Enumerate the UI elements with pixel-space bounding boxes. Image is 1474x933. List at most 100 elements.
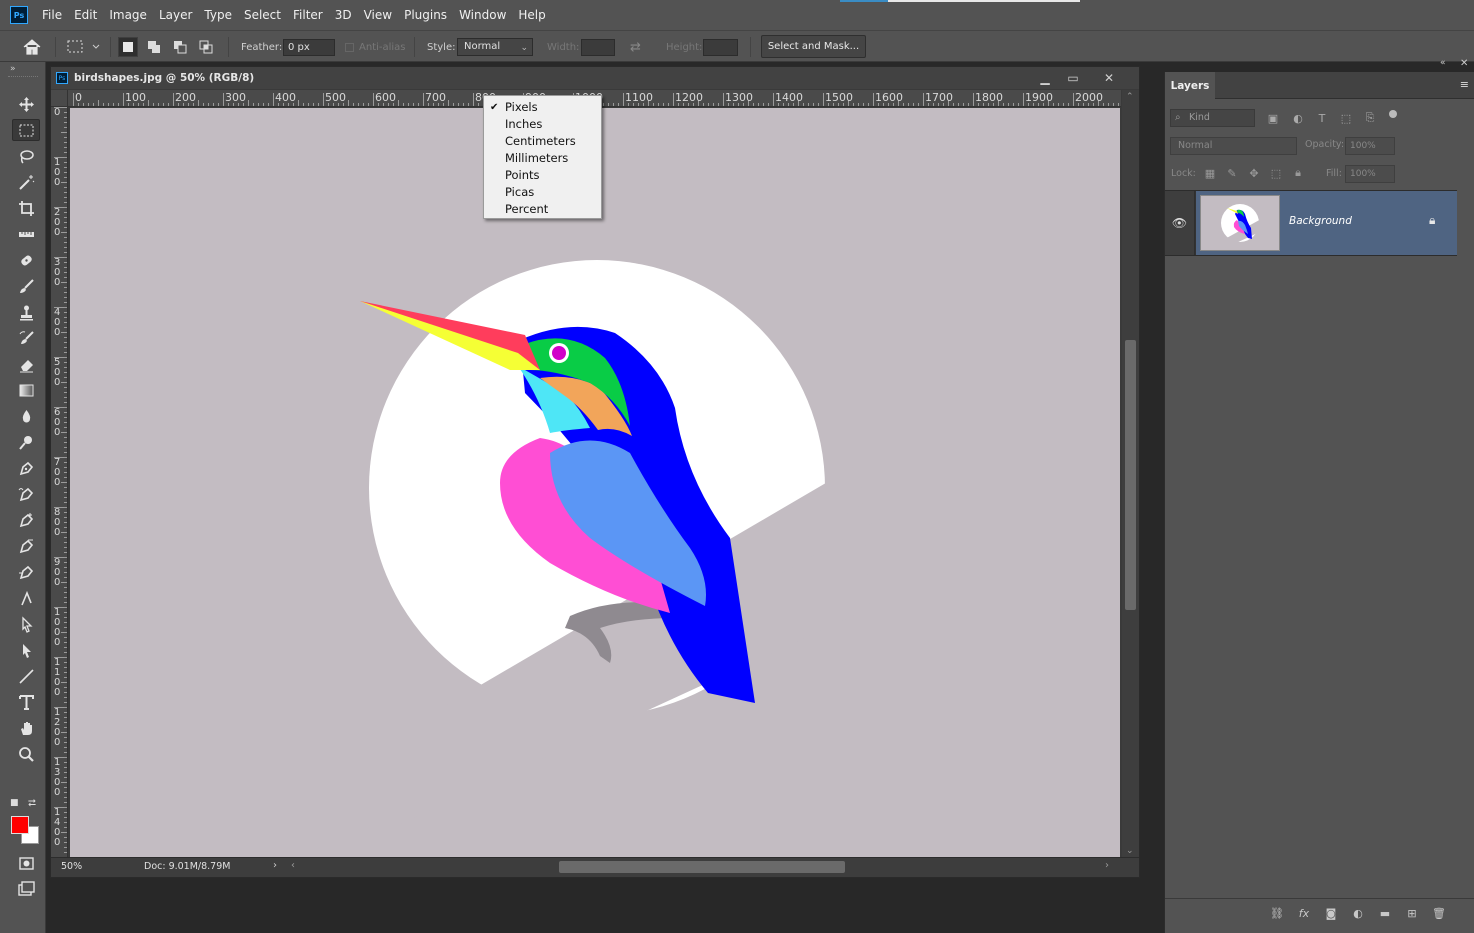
menu-file[interactable]: File xyxy=(36,0,68,30)
crop-tool-icon[interactable] xyxy=(12,197,40,219)
layer-style-fx-icon[interactable]: fx xyxy=(1295,905,1313,921)
menu-layer[interactable]: Layer xyxy=(153,0,198,30)
home-icon[interactable] xyxy=(22,31,42,63)
brush-tool-icon[interactable] xyxy=(12,275,40,297)
menu-view[interactable]: View xyxy=(358,0,398,30)
layer-row[interactable]: 👁︎ Background 🔒︎ xyxy=(1165,190,1457,256)
close-panel-icon[interactable]: ✕ xyxy=(1460,58,1468,69)
maximize-icon[interactable]: ▭ xyxy=(1059,67,1087,89)
units-pixels-item[interactable]: ✔ Pixels xyxy=(484,99,601,116)
line-tool-icon[interactable] xyxy=(12,665,40,687)
lock-image-icon[interactable]: ✎ xyxy=(1224,165,1240,181)
menu-3d[interactable]: 3D xyxy=(329,0,358,30)
zoom-level-field[interactable]: 50% xyxy=(61,861,82,872)
visibility-eye-icon[interactable]: 👁︎ xyxy=(1165,191,1195,255)
link-layers-icon[interactable]: ⛓︎ xyxy=(1268,905,1286,921)
clone-stamp-icon[interactable] xyxy=(12,301,40,323)
rectangular-marquee-icon[interactable] xyxy=(12,119,40,141)
canvas[interactable] xyxy=(70,108,1120,858)
lock-transparent-icon[interactable]: ▦ xyxy=(1202,165,1218,181)
feather-input[interactable]: 0 px xyxy=(283,38,335,56)
units-centimeters-item[interactable]: Centimeters xyxy=(484,133,601,150)
close-icon[interactable]: ✕ xyxy=(1095,67,1123,89)
toolbar-grip[interactable] xyxy=(8,76,38,79)
menu-filter[interactable]: Filter xyxy=(287,0,329,30)
eraser-icon[interactable] xyxy=(12,353,40,375)
menu-type[interactable]: Type xyxy=(198,0,238,30)
units-percent-item[interactable]: Percent xyxy=(484,201,601,218)
content-aware-tracing-icon[interactable] xyxy=(12,561,40,583)
quick-mask-icon[interactable] xyxy=(12,852,40,874)
delete-anchor-icon[interactable] xyxy=(12,535,40,557)
new-selection-icon[interactable] xyxy=(118,37,138,57)
new-layer-icon[interactable]: ⊞ xyxy=(1403,905,1421,921)
vertical-ruler[interactable]: 0 100 200 300 400 500 600 700 800 900 1000 1100 1200… xyxy=(51,107,68,858)
tab-layers[interactable]: Layers xyxy=(1165,72,1215,99)
lasso-icon[interactable] xyxy=(12,145,40,167)
height-input[interactable] xyxy=(703,38,738,56)
layer-lock-icon[interactable]: 🔒︎ xyxy=(1429,213,1435,228)
freeform-pen-icon[interactable] xyxy=(12,483,40,505)
zoom-tool-icon[interactable] xyxy=(12,743,40,765)
screen-mode-icon[interactable] xyxy=(12,878,40,900)
collapse-panels-icon[interactable]: « xyxy=(1440,58,1446,68)
document-tab[interactable]: Ps birdshapes.jpg @ 50% (RGB/8) ▁ ▭ ✕ xyxy=(51,67,1139,89)
ruler-origin[interactable] xyxy=(51,90,68,107)
menu-window[interactable]: Window xyxy=(453,0,512,30)
foreground-color-swatch[interactable] xyxy=(11,816,29,834)
filter-adjustment-icon[interactable]: ◐ xyxy=(1290,110,1306,126)
width-input[interactable] xyxy=(581,38,615,56)
vertical-scrollbar[interactable]: ⌃ ⌄ xyxy=(1122,90,1139,858)
expand-toolbar-icon[interactable]: » xyxy=(10,64,16,74)
minimize-icon[interactable]: ▁ xyxy=(1031,67,1059,89)
subtract-selection-icon[interactable] xyxy=(170,37,190,57)
horizontal-scroll-thumb[interactable] xyxy=(559,861,845,873)
filter-shape-icon[interactable]: ⬚ xyxy=(1338,110,1354,126)
antialias-checkbox[interactable]: Anti-alias xyxy=(345,31,406,63)
gradient-icon[interactable] xyxy=(12,379,40,401)
lock-position-icon[interactable]: ✥ xyxy=(1246,165,1262,181)
units-millimeters-item[interactable]: Millimeters xyxy=(484,150,601,167)
marquee-preset-icon[interactable] xyxy=(66,31,100,63)
path-selection-icon[interactable] xyxy=(12,613,40,635)
menu-edit[interactable]: Edit xyxy=(68,0,103,30)
default-colors-icon[interactable]: ■ xyxy=(10,798,19,808)
vertical-scroll-thumb[interactable] xyxy=(1125,340,1136,610)
opacity-field[interactable]: 100% xyxy=(1345,137,1395,155)
delete-layer-icon[interactable]: 🗑︎ xyxy=(1430,905,1448,921)
units-inches-item[interactable]: Inches xyxy=(484,116,601,133)
dodge-tool-icon[interactable] xyxy=(12,431,40,453)
lock-artboard-icon[interactable]: ⬚ xyxy=(1268,165,1284,181)
pen-tool-icon[interactable] xyxy=(12,457,40,479)
select-and-mask-button[interactable]: Select and Mask... xyxy=(761,35,866,58)
curvature-pen-icon[interactable] xyxy=(12,509,40,531)
magic-wand-icon[interactable] xyxy=(12,171,40,193)
menu-help[interactable]: Help xyxy=(512,0,551,30)
menu-image[interactable]: Image xyxy=(103,0,153,30)
blend-mode-select[interactable]: Normal xyxy=(1170,137,1297,155)
scroll-left-icon[interactable]: ‹ xyxy=(291,860,295,871)
history-brush-icon[interactable] xyxy=(12,327,40,349)
adjustment-layer-icon[interactable]: ◐ xyxy=(1349,905,1367,921)
healing-brush-icon[interactable] xyxy=(12,249,40,271)
menu-plugins[interactable]: Plugins xyxy=(398,0,453,30)
filter-type-icon[interactable]: T xyxy=(1314,110,1330,126)
status-menu-arrow-icon[interactable]: › xyxy=(273,860,277,871)
type-tool-icon[interactable] xyxy=(12,691,40,713)
scroll-right-icon[interactable]: › xyxy=(1105,860,1109,871)
units-picas-item[interactable]: Picas xyxy=(484,184,601,201)
direct-selection-icon[interactable] xyxy=(12,639,40,661)
intersect-selection-icon[interactable] xyxy=(196,37,216,57)
filter-toggle-icon[interactable] xyxy=(1389,110,1397,118)
lock-all-icon[interactable]: 🔒︎ xyxy=(1290,165,1306,181)
blur-tool-icon[interactable] xyxy=(12,405,40,427)
units-points-item[interactable]: Points xyxy=(484,167,601,184)
filter-smartobject-icon[interactable]: ⎘ xyxy=(1362,110,1378,126)
scroll-down-icon[interactable]: ⌄ xyxy=(1126,846,1134,856)
add-mask-icon[interactable]: ◙ xyxy=(1322,905,1340,921)
hand-tool-icon[interactable] xyxy=(12,717,40,739)
new-group-icon[interactable]: ▬ xyxy=(1376,905,1394,921)
swap-colors-icon[interactable]: ⮂ xyxy=(28,798,36,809)
ruler-tool-icon[interactable] xyxy=(12,223,40,245)
filter-pixel-icon[interactable]: ▣ xyxy=(1265,110,1281,126)
